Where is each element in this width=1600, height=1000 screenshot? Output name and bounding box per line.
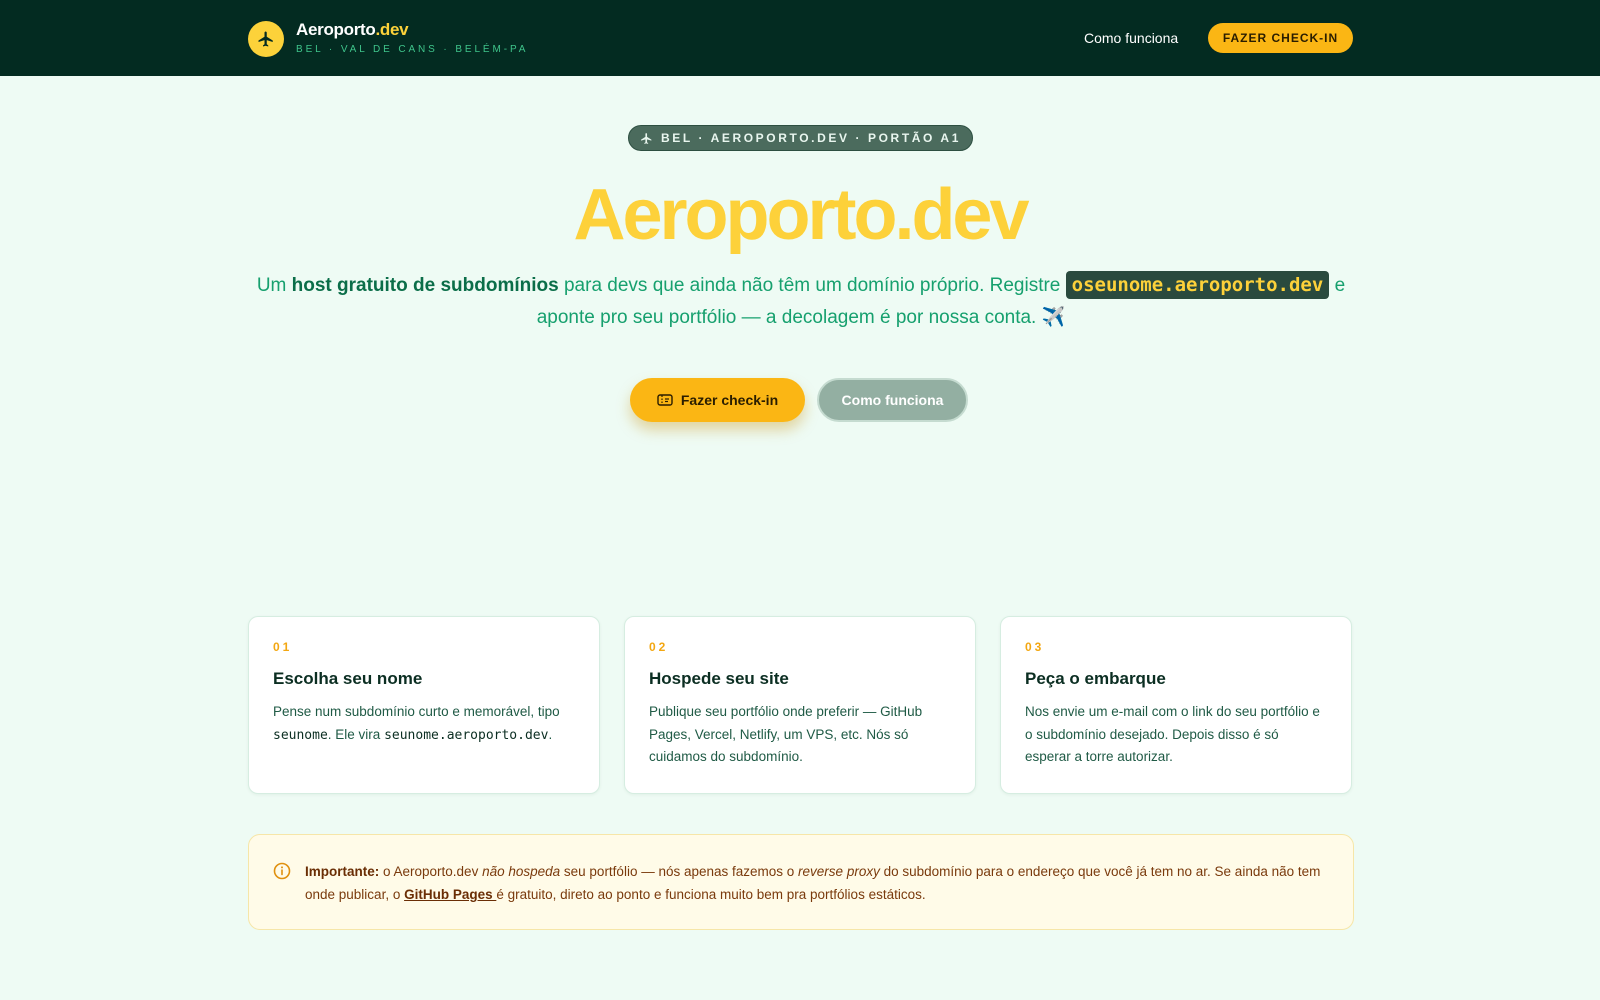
step-card-3: 03 Peça o embarque Nos envie um e-mail c…: [1000, 616, 1352, 794]
hero-subtitle-highlight: host gratuito de subdomínios: [291, 275, 559, 296]
brand-subtitle: BEL · VAL DE CANS · BELÉM-PA: [296, 44, 529, 55]
step-card-2: 02 Hospede seu site Publique seu portfól…: [624, 616, 976, 794]
info-icon: [273, 862, 291, 880]
step-title: Hospede seu site: [649, 669, 789, 688]
hero-subtitle: Um host gratuito de subdomínios para dev…: [248, 270, 1354, 334]
how-it-works-button[interactable]: Como funciona: [817, 378, 968, 422]
step-title: Escolha seu nome: [273, 669, 423, 688]
step-description: Publique seu portfólio onde preferir — G…: [649, 704, 923, 764]
gate-badge: BEL · AEROPORTO.DEV · PORTÃO A1: [628, 125, 973, 151]
github-pages-link[interactable]: GitHub Pages: [404, 887, 496, 902]
step-title: Peça o embarque: [1025, 669, 1166, 688]
airplane-logo-icon: [248, 20, 284, 57]
code-snippet: seunome.aeroporto.dev: [384, 727, 549, 743]
brand-tld: .dev: [375, 20, 409, 39]
gate-badge-label: BEL · AEROPORTO.DEV · PORTÃO A1: [661, 131, 961, 145]
step-number: 01: [273, 640, 293, 654]
checkin-button[interactable]: Fazer check-in: [630, 378, 805, 422]
brand-name: Aeroporto.dev: [296, 20, 409, 39]
checkin-button-label: Fazer check-in: [680, 392, 779, 408]
brand[interactable]: Aeroporto.dev BEL · VAL DE CANS · BELÉM-…: [248, 20, 528, 57]
notice-label: Importante:: [305, 864, 380, 879]
subdomain-example-code: oseunome.aeroporto.dev: [1065, 271, 1330, 299]
important-notice: Importante: o Aeroporto.dev não hospeda …: [248, 834, 1354, 930]
step-description: Pense num subdomínio curto e memorável, …: [273, 704, 560, 743]
step-number: 03: [1025, 640, 1045, 654]
step-number: 02: [649, 640, 669, 654]
step-card-1: 01 Escolha seu nome Pense num subdomínio…: [248, 616, 600, 794]
step-description: Nos envie um e-mail com o link do seu po…: [1025, 704, 1320, 764]
code-snippet: seunome: [273, 727, 328, 743]
airplane-icon: [641, 132, 652, 144]
ticket-icon: [657, 394, 673, 406]
nav-checkin-button[interactable]: FAZER CHECK-IN: [1208, 23, 1353, 53]
top-navigation-bar: Aeroporto.dev BEL · VAL DE CANS · BELÉM-…: [0, 0, 1600, 76]
hero-title: Aeroporto.dev: [573, 175, 1029, 255]
nav-link-how-it-works[interactable]: Como funciona: [1084, 28, 1178, 48]
